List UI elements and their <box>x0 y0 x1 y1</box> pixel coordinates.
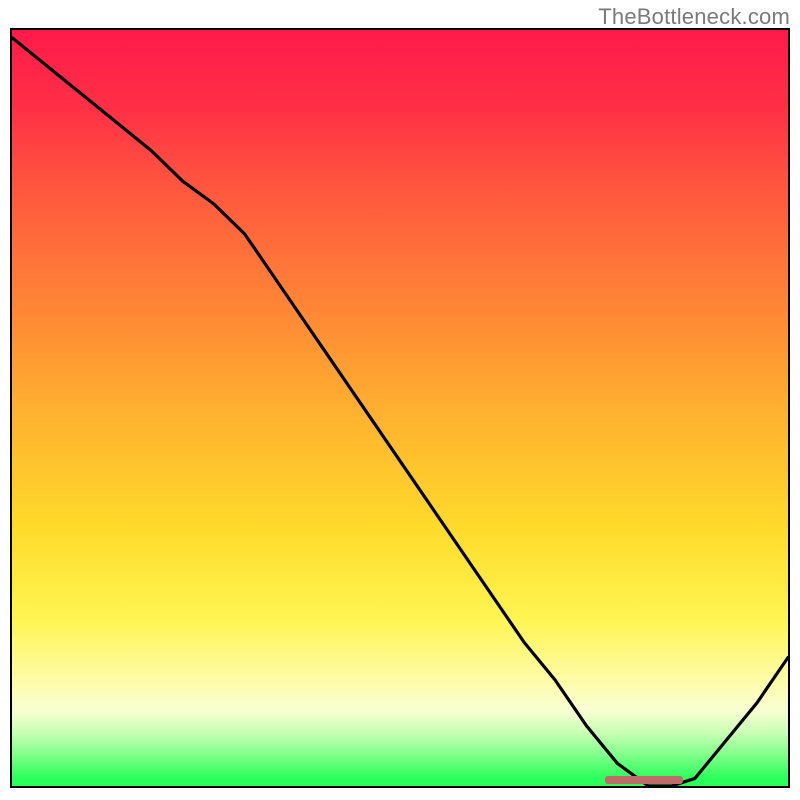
bottleneck-curve-path <box>12 38 788 786</box>
optimal-range-marker <box>605 776 683 784</box>
line-series <box>12 30 788 786</box>
watermark-label: TheBottleneck.com <box>598 4 790 30</box>
chart-canvas: TheBottleneck.com <box>0 0 800 800</box>
plot-area <box>10 28 790 788</box>
